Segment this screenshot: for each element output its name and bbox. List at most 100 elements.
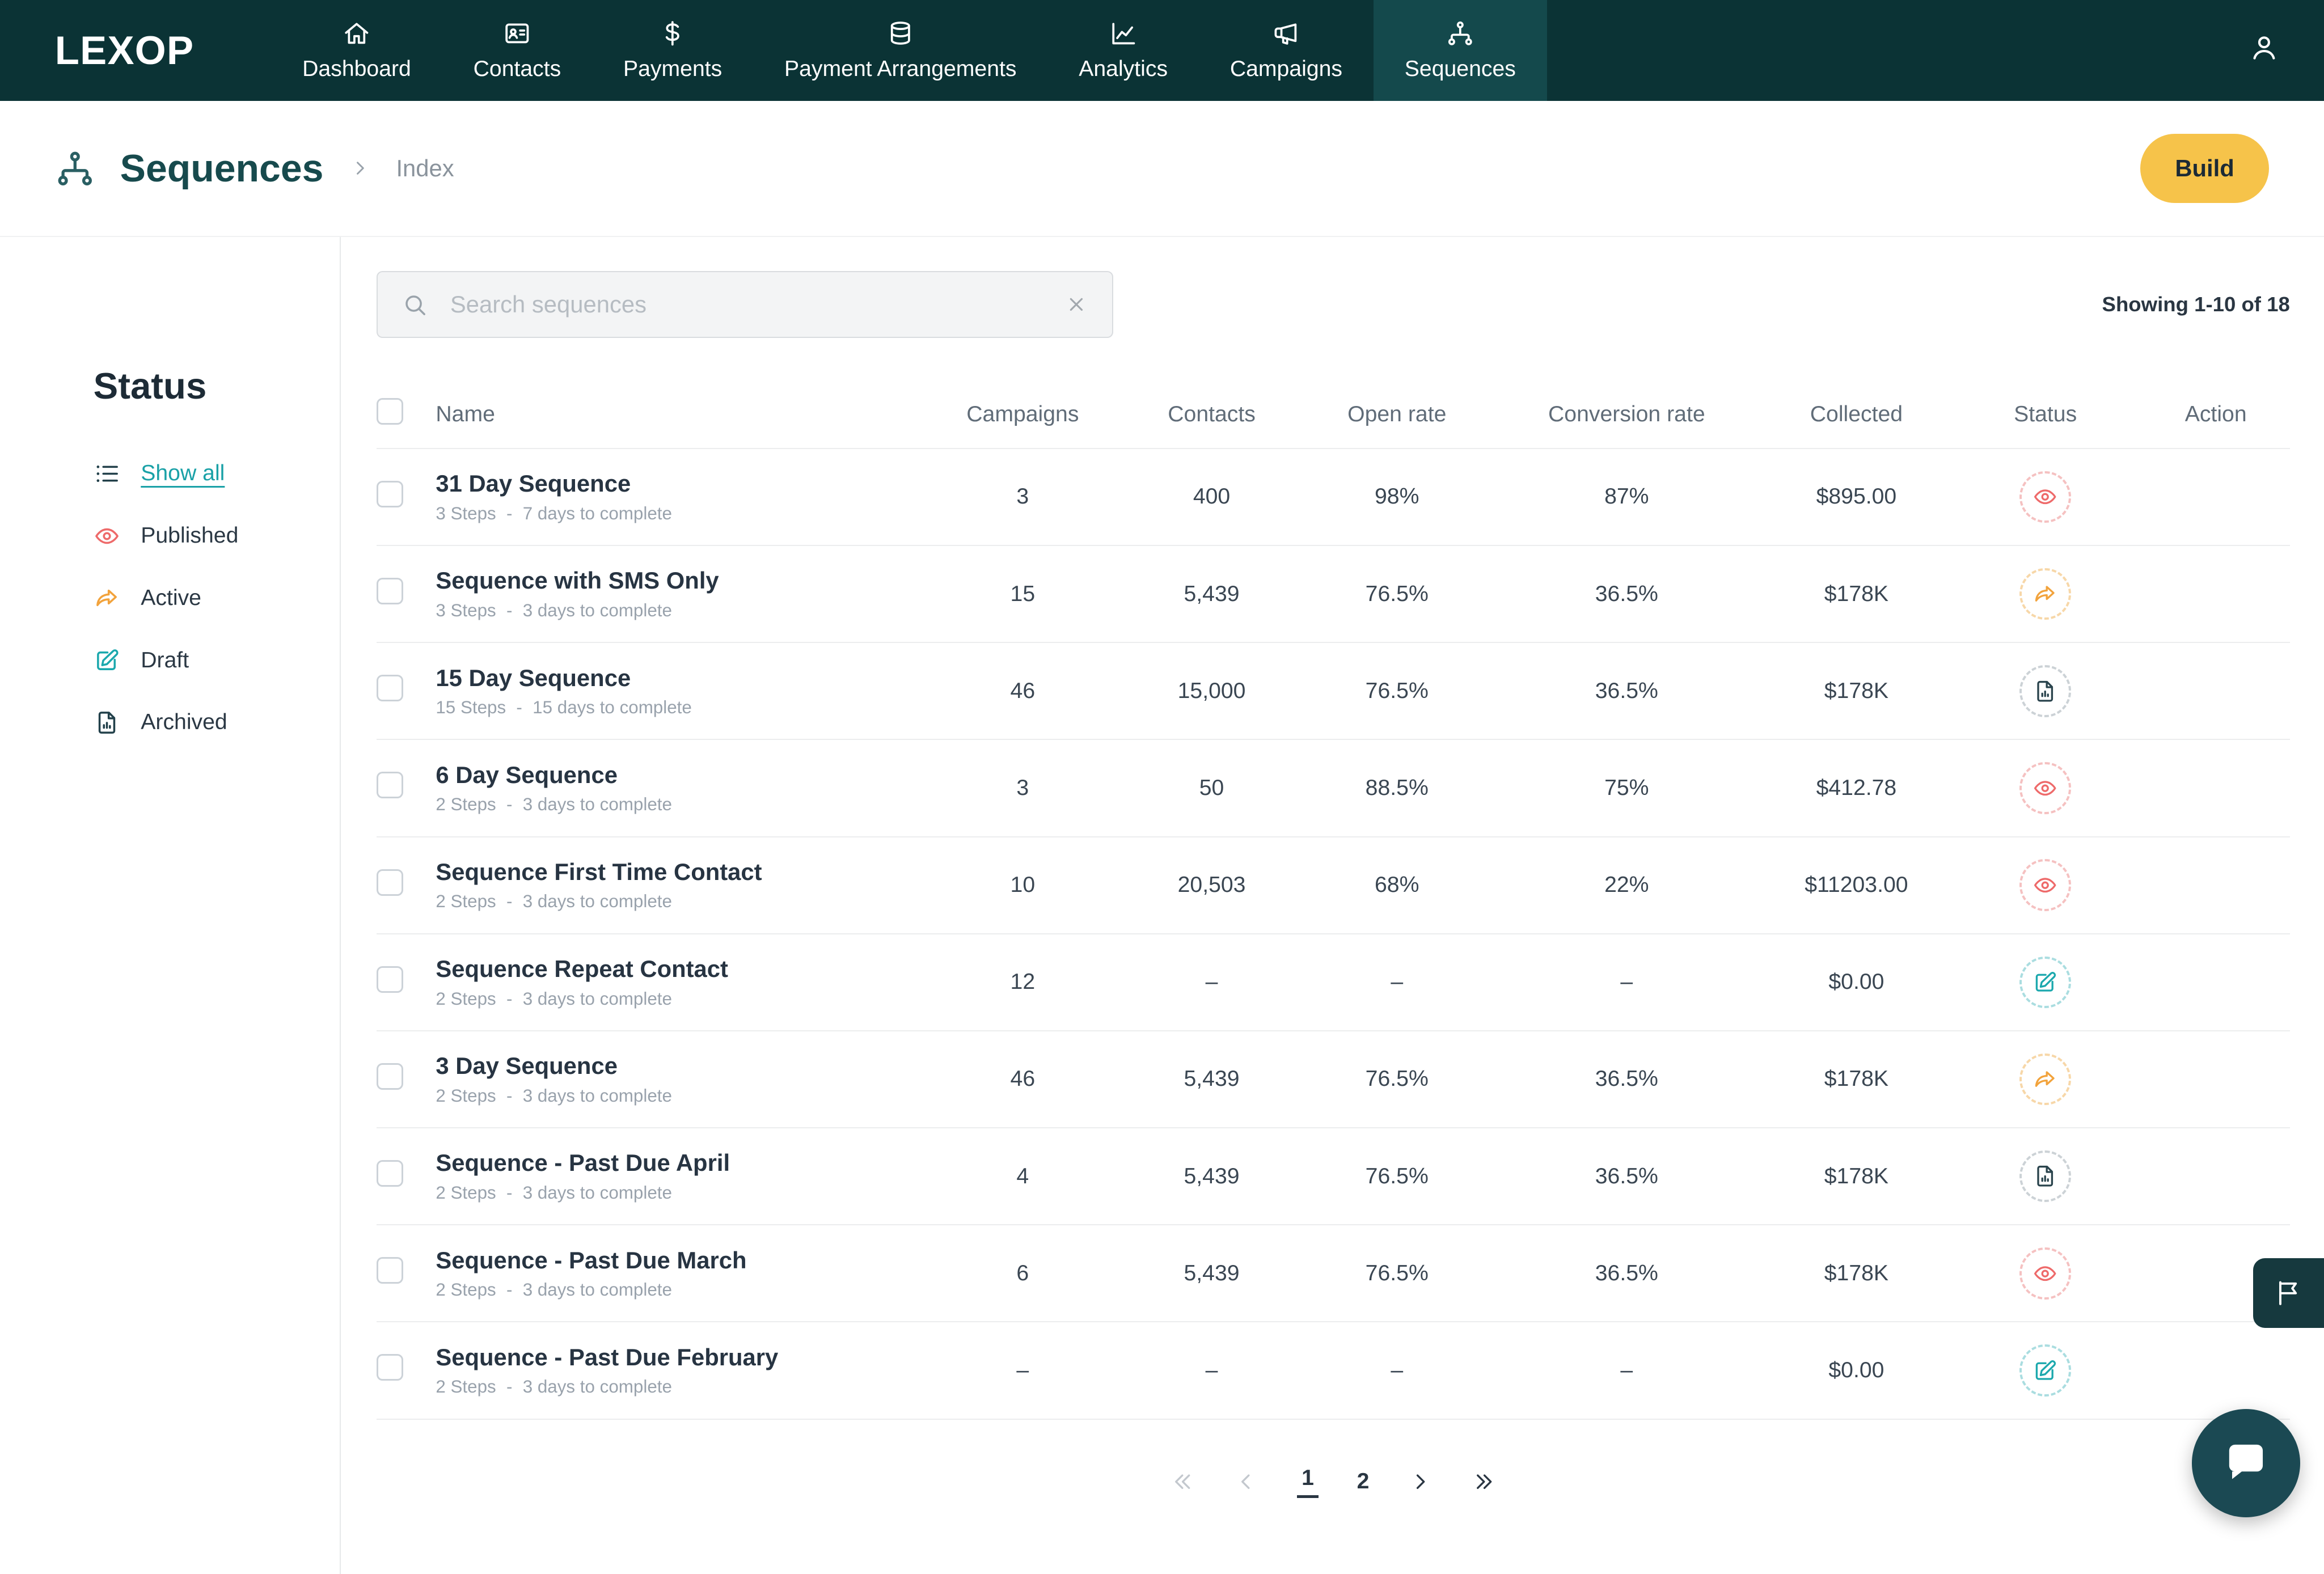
name-cell: Sequence with SMS Only 3 Steps - 3 days …: [436, 567, 926, 620]
user-menu-button[interactable]: [2249, 32, 2280, 69]
nav-item[interactable]: Sequences: [1374, 0, 1547, 101]
pagination-item[interactable]: 1: [1297, 1466, 1318, 1498]
table-row: 3 Day Sequence 2 Steps - 3 days to compl…: [377, 1031, 2290, 1128]
search-input[interactable]: [447, 289, 1046, 319]
status-filter-item[interactable]: Published: [94, 523, 340, 549]
nav-item[interactable]: Payments: [592, 0, 753, 101]
status-filter-item[interactable]: Archived: [94, 709, 340, 736]
collected-cell: $11203.00: [1764, 873, 1949, 898]
row-actions-button[interactable]: [2142, 1356, 2290, 1385]
row-actions-button[interactable]: [2142, 677, 2290, 705]
row-checkbox[interactable]: [377, 1257, 403, 1284]
open-rate-cell: 76.5%: [1304, 1164, 1490, 1189]
column-header-conversion-rate: Conversion rate: [1490, 402, 1764, 427]
row-checkbox[interactable]: [377, 772, 403, 798]
contacts-cell: 5,439: [1119, 1164, 1304, 1189]
feedback-flag-button[interactable]: [2253, 1258, 2324, 1328]
sequence-name[interactable]: 15 Day Sequence: [436, 665, 926, 692]
clear-search-icon[interactable]: [1064, 293, 1088, 316]
row-checkbox[interactable]: [377, 966, 403, 993]
search-box[interactable]: [377, 271, 1113, 338]
contacts-cell: 5,439: [1119, 1261, 1304, 1286]
column-header-collected: Collected: [1764, 402, 1949, 427]
status-filter-item[interactable]: Draft: [94, 647, 340, 674]
status-badge[interactable]: [2019, 471, 2071, 523]
chat-widget-button[interactable]: [2192, 1409, 2300, 1517]
row-checkbox[interactable]: [377, 481, 403, 507]
ellipsis-icon: [2202, 871, 2230, 899]
status-badge[interactable]: [2019, 1150, 2071, 1202]
sequence-name[interactable]: Sequence First Time Contact: [436, 858, 926, 886]
status-badge[interactable]: [2019, 1247, 2071, 1299]
name-cell: 31 Day Sequence 3 Steps - 7 days to comp…: [436, 470, 926, 523]
row-actions-button[interactable]: [2142, 1065, 2290, 1094]
row-checkbox[interactable]: [377, 869, 403, 896]
status-filter-icon: [94, 523, 120, 549]
contacts-cell: 50: [1119, 776, 1304, 801]
sequence-steps: 2 Steps: [436, 1280, 496, 1300]
row-checkbox[interactable]: [377, 1063, 403, 1090]
status-badge[interactable]: [2019, 762, 2071, 814]
brand-logo[interactable]: LEXOP: [55, 27, 195, 73]
user-icon: [2249, 32, 2280, 63]
sequence-duration: 7 days to complete: [523, 503, 672, 524]
row-actions-button[interactable]: [2142, 1162, 2290, 1191]
row-actions-button[interactable]: [2142, 483, 2290, 511]
row-checkbox[interactable]: [377, 675, 403, 701]
status-cell: [1949, 1053, 2142, 1105]
sequence-name[interactable]: Sequence - Past Due March: [436, 1247, 926, 1274]
status-filter-item[interactable]: Active: [94, 585, 340, 611]
sequence-steps: 2 Steps: [436, 794, 496, 815]
nav-item[interactable]: Campaigns: [1199, 0, 1374, 101]
status-filter-icon: [94, 647, 120, 674]
nav-item[interactable]: Contacts: [442, 0, 592, 101]
sequence-steps: 3 Steps: [436, 600, 496, 621]
pagination-item[interactable]: 2: [1357, 1469, 1370, 1494]
open-rate-cell: 98%: [1304, 484, 1490, 509]
nav-item[interactable]: Payment Arrangements: [753, 0, 1047, 101]
pagination-item[interactable]: [1170, 1469, 1195, 1494]
sequence-name[interactable]: 31 Day Sequence: [436, 470, 926, 497]
status-badge[interactable]: [2019, 665, 2071, 717]
pagination-item[interactable]: [1408, 1469, 1433, 1494]
ellipsis-icon: [2202, 1259, 2230, 1288]
row-checkbox[interactable]: [377, 1160, 403, 1187]
sequence-steps: 15 Steps: [436, 697, 506, 718]
status-badge[interactable]: [2019, 859, 2071, 911]
sequence-name[interactable]: 3 Day Sequence: [436, 1052, 926, 1080]
build-button[interactable]: Build: [2140, 134, 2269, 204]
status-filter-item[interactable]: Show all: [94, 460, 340, 487]
nav-item-label: Payment Arrangements: [784, 57, 1017, 82]
sequence-name[interactable]: Sequence - Past Due February: [436, 1344, 926, 1371]
sequence-duration: 3 days to complete: [523, 1183, 672, 1203]
pagination-item[interactable]: [1233, 1469, 1258, 1494]
subtitle-dash: -: [506, 1183, 512, 1203]
nav-item[interactable]: Analytics: [1047, 0, 1199, 101]
sequence-duration: 3 days to complete: [523, 1377, 672, 1397]
table-row: 6 Day Sequence 2 Steps - 3 days to compl…: [377, 740, 2290, 837]
row-actions-button[interactable]: [2142, 580, 2290, 608]
campaigns-cell: 6: [926, 1261, 1119, 1286]
nav-item-label: Contacts: [474, 57, 561, 82]
nav-item[interactable]: Dashboard: [271, 0, 442, 101]
row-actions-button[interactable]: [2142, 968, 2290, 996]
status-badge[interactable]: [2019, 1053, 2071, 1105]
sequence-name[interactable]: Sequence - Past Due April: [436, 1149, 926, 1177]
sequence-name[interactable]: 6 Day Sequence: [436, 761, 926, 789]
campaigns-cell: 46: [926, 1067, 1119, 1091]
campaigns-cell: 46: [926, 679, 1119, 704]
open-rate-cell: 76.5%: [1304, 1261, 1490, 1286]
row-checkbox[interactable]: [377, 578, 403, 604]
status-badge[interactable]: [2019, 957, 2071, 1008]
sequence-subtitle: 2 Steps - 3 days to complete: [436, 1183, 926, 1203]
status-filter-icon: [94, 585, 120, 611]
select-all-checkbox[interactable]: [377, 398, 403, 425]
row-actions-button[interactable]: [2142, 871, 2290, 899]
row-actions-button[interactable]: [2142, 774, 2290, 802]
status-badge[interactable]: [2019, 1344, 2071, 1396]
pagination-item[interactable]: [1472, 1469, 1497, 1494]
sequence-name[interactable]: Sequence with SMS Only: [436, 567, 926, 594]
row-checkbox[interactable]: [377, 1354, 403, 1381]
status-badge[interactable]: [2019, 568, 2071, 620]
sequence-name[interactable]: Sequence Repeat Contact: [436, 955, 926, 983]
